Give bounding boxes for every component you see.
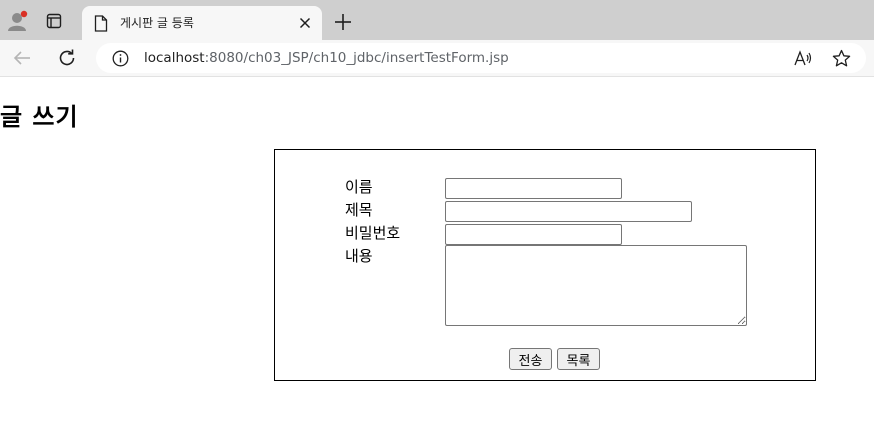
submit-button[interactable]: 전송 [509,348,552,370]
favorite-star-icon[interactable] [832,49,851,68]
subject-label: 제목 [345,201,373,219]
back-arrow-icon[interactable] [12,48,32,68]
document-icon [94,15,108,32]
close-tab-icon[interactable] [298,15,312,29]
name-input[interactable] [445,178,622,199]
address-toolbar: localhost:8080/ch03_JSP/ch10_jdbc/insert… [0,40,874,77]
reload-icon[interactable] [57,48,77,68]
active-tab[interactable]: 게시판 글 등록 [82,6,322,40]
read-aloud-icon[interactable] [793,50,813,68]
url-path: :8080/ch03_JSP/ch10_jdbc/insertTestForm.… [204,50,509,66]
name-label: 이름 [345,178,373,196]
page-content: 글 쓰기 이름 제목 비밀번호 내용 전송 목록 [0,78,874,443]
browser-tab-strip: 게시판 글 등록 [0,0,874,40]
page-title: 글 쓰기 [0,103,79,131]
tab-actions-icon[interactable] [44,11,64,31]
write-form-box: 이름 제목 비밀번호 내용 전송 목록 [274,149,816,381]
profile-avatar-icon[interactable] [6,10,28,32]
list-button[interactable]: 목록 [557,348,600,370]
password-label: 비밀번호 [345,224,401,242]
url-text[interactable]: localhost:8080/ch03_JSP/ch10_jdbc/insert… [144,50,509,66]
url-host: localhost [144,50,205,66]
subject-input[interactable] [445,201,692,222]
new-tab-plus-icon[interactable] [334,13,352,31]
content-textarea[interactable] [445,245,747,326]
url-bar[interactable]: localhost:8080/ch03_JSP/ch10_jdbc/insert… [96,43,866,73]
tab-title: 게시판 글 등록 [120,16,194,30]
content-label: 내용 [345,247,373,265]
password-input[interactable] [445,224,622,245]
site-info-icon[interactable] [112,50,129,67]
